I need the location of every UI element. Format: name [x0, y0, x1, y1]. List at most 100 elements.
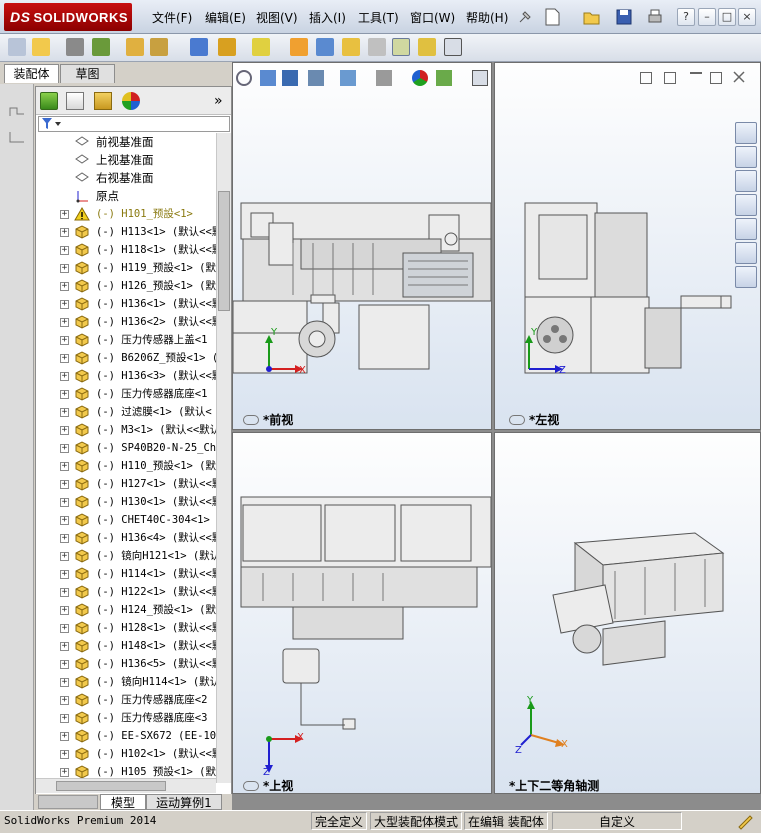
- tree-item[interactable]: + (-) 压力传感器底座<2: [36, 691, 216, 709]
- expand-icon[interactable]: +: [60, 318, 69, 327]
- viewport-isometric[interactable]: Y X Z *上下二等角轴测: [494, 432, 761, 794]
- expand-icon[interactable]: +: [60, 660, 69, 669]
- tree-item[interactable]: 原点: [36, 187, 216, 205]
- assembly-features-icon[interactable]: [218, 38, 236, 56]
- tree-horizontal-scrollbar[interactable]: [36, 778, 216, 793]
- configuration-manager-icon[interactable]: [94, 92, 112, 110]
- tree-item[interactable]: 上视基准面: [36, 151, 216, 169]
- tree-item[interactable]: 前视基准面: [36, 133, 216, 151]
- tree-item[interactable]: + (-) H136<1> (默认<<默: [36, 295, 216, 313]
- tree-item[interactable]: + (-) CHET40C-304<1> (: [36, 511, 216, 529]
- viewport-left[interactable]: Y Z *左视: [494, 62, 761, 430]
- tree-item[interactable]: + (-) H136<5> (默认<<默: [36, 655, 216, 673]
- update-speedpak-icon[interactable]: [418, 38, 436, 56]
- tree-item[interactable]: + (-) 压力传感器底座<1: [36, 385, 216, 403]
- viewport-tile-icon[interactable]: [640, 72, 652, 84]
- tree-item[interactable]: + (-) H126_预設<1> (默: [36, 277, 216, 295]
- expand-icon[interactable]: +: [60, 354, 69, 363]
- tree-item[interactable]: + (-) H110_预設<1> (默: [36, 457, 216, 475]
- design-library-icon[interactable]: [735, 170, 757, 192]
- expand-icon[interactable]: +: [60, 768, 69, 777]
- viewport-top[interactable]: X Z *上视: [232, 432, 492, 794]
- zoom-to-fit-icon[interactable]: [236, 70, 252, 86]
- tab-sketch[interactable]: 草图: [60, 64, 115, 83]
- menu-view[interactable]: 视图(V): [256, 8, 298, 28]
- view-settings-icon[interactable]: [472, 70, 488, 86]
- expand-icon[interactable]: +: [60, 408, 69, 417]
- section-view-icon[interactable]: [308, 70, 324, 86]
- expand-icon[interactable]: +: [60, 246, 69, 255]
- file-explorer-icon[interactable]: [735, 194, 757, 216]
- expand-icon[interactable]: +: [60, 570, 69, 579]
- menu-edit[interactable]: 编辑(E): [205, 8, 246, 28]
- pin-icon[interactable]: [517, 9, 533, 25]
- graphics-area[interactable]: Y X *前视 Y Z *左视 X Z *上视 Y X Z *上下二等角轴测: [232, 62, 761, 810]
- explode-line-icon[interactable]: [368, 38, 386, 56]
- tree-item[interactable]: + (-) H114<1> (默认<<默: [36, 565, 216, 583]
- viewport-close-icon[interactable]: [732, 70, 746, 84]
- expand-icon[interactable]: +: [60, 588, 69, 597]
- solidworks-logo[interactable]: DS SOLIDWORKS: [4, 3, 132, 31]
- assembly-icon[interactable]: [8, 38, 26, 56]
- tab-assembly[interactable]: 装配体: [4, 64, 59, 83]
- mate-icon[interactable]: [66, 38, 84, 56]
- tab-model[interactable]: 模型: [100, 794, 146, 810]
- apply-scene-icon[interactable]: [436, 70, 452, 86]
- take-snapshot-icon[interactable]: [444, 38, 462, 56]
- status-units[interactable]: 自定义: [552, 812, 682, 830]
- print-icon[interactable]: [646, 7, 664, 27]
- expand-icon[interactable]: +: [60, 300, 69, 309]
- bill-of-materials-icon[interactable]: [316, 38, 334, 56]
- property-manager-icon[interactable]: [66, 92, 84, 110]
- tree-filter-input[interactable]: [38, 116, 230, 132]
- tree-item[interactable]: + (-) M3<1> (默认<<默认: [36, 421, 216, 439]
- reference-geometry-icon[interactable]: [252, 38, 270, 56]
- filter-icon[interactable]: [41, 117, 63, 131]
- restore-button[interactable]: □: [718, 8, 736, 26]
- menu-tools[interactable]: 工具(T): [358, 8, 399, 28]
- tree-item[interactable]: + (-) H118<1> (默认<<默: [36, 241, 216, 259]
- viewport-restore-icon[interactable]: [710, 72, 722, 84]
- expand-icon[interactable]: +: [60, 372, 69, 381]
- expand-icon[interactable]: +: [60, 228, 69, 237]
- expand-icon[interactable]: +: [60, 480, 69, 489]
- expand-icon[interactable]: +: [60, 462, 69, 471]
- tree-item[interactable]: + (-) 镜向H121<1> (默认: [36, 547, 216, 565]
- tree-item[interactable]: + (-) H113<1> (默认<<默: [36, 223, 216, 241]
- expand-icon[interactable]: +: [60, 444, 69, 453]
- tree-item[interactable]: + (-) EE-SX672 (EE-1006: [36, 727, 216, 745]
- tree-item[interactable]: + (-) H127<1> (默认<<默: [36, 475, 216, 493]
- expand-icon[interactable]: +: [60, 516, 69, 525]
- open-folder-icon[interactable]: [583, 7, 601, 27]
- expand-icon[interactable]: +: [60, 552, 69, 561]
- viewport-minimize-icon[interactable]: [690, 72, 702, 84]
- expand-icon[interactable]: +: [60, 282, 69, 291]
- expand-icon[interactable]: +: [60, 390, 69, 399]
- expand-icon[interactable]: +: [60, 642, 69, 651]
- expand-icon[interactable]: +: [60, 714, 69, 723]
- sketch-tool-icon[interactable]: [8, 104, 26, 118]
- minimize-button[interactable]: –: [698, 8, 716, 26]
- instant3d-icon[interactable]: [392, 38, 410, 56]
- tree-item[interactable]: + (-) H136<4> (默认<<默: [36, 529, 216, 547]
- solidworks-resources-icon[interactable]: [735, 122, 757, 144]
- expand-icon[interactable]: +: [60, 678, 69, 687]
- previous-view-icon[interactable]: [282, 70, 298, 86]
- tree-item[interactable]: + (-) H119_预設<1> (默: [36, 259, 216, 277]
- home-icon[interactable]: [735, 146, 757, 168]
- view-palette-icon[interactable]: [735, 218, 757, 240]
- save-icon[interactable]: [615, 7, 633, 27]
- expand-icon[interactable]: +: [60, 426, 69, 435]
- display-manager-icon[interactable]: [122, 92, 140, 110]
- display-style-icon[interactable]: [376, 70, 392, 86]
- tree-item[interactable]: + (-) H122<1> (默认<<默: [36, 583, 216, 601]
- expand-icon[interactable]: +: [60, 336, 69, 345]
- sketch-line-icon[interactable]: [8, 130, 26, 144]
- expand-icon[interactable]: +: [60, 732, 69, 741]
- zoom-area-icon[interactable]: [260, 70, 276, 86]
- rebuild-status-icon[interactable]: [736, 812, 754, 830]
- hscroll-thumb[interactable]: [56, 781, 166, 791]
- expand-icon[interactable]: +: [60, 606, 69, 615]
- expand-icon[interactable]: +: [60, 624, 69, 633]
- tree-item[interactable]: + (-) H128<1> (默认<<默: [36, 619, 216, 637]
